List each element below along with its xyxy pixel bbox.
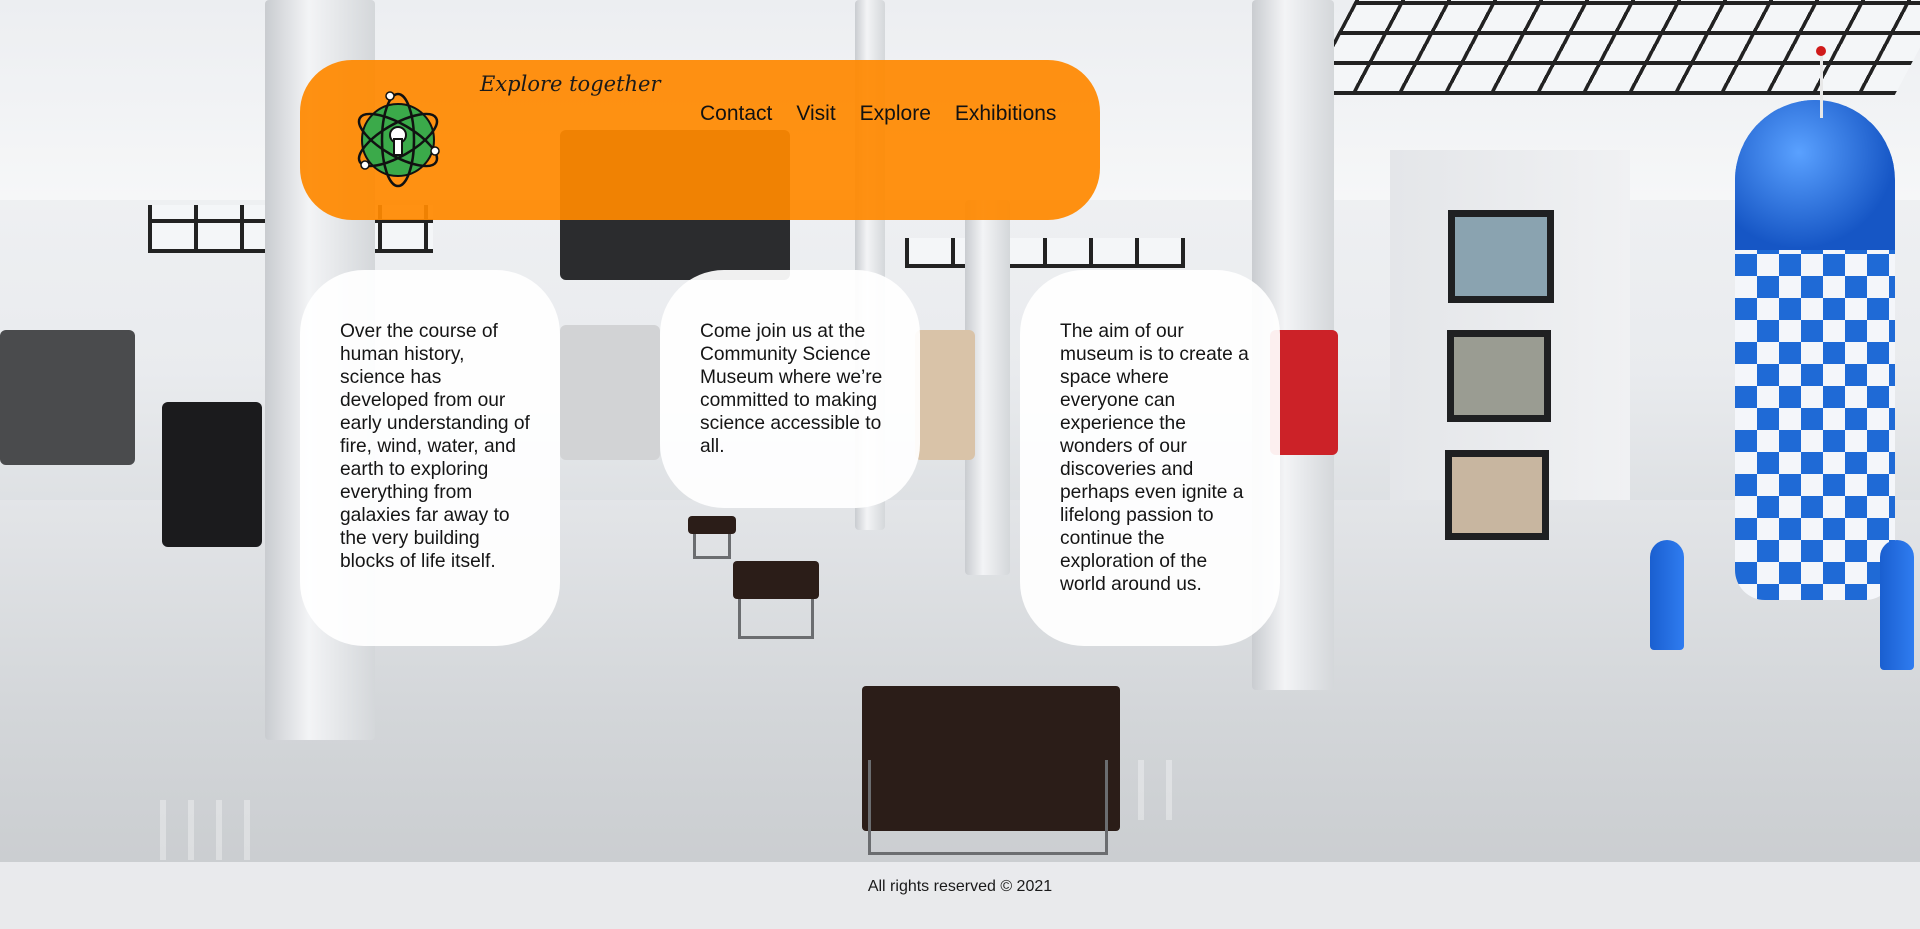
nav-exhibitions[interactable]: Exhibitions [955,102,1057,126]
nav-explore[interactable]: Explore [860,102,931,126]
red-sign [1270,330,1338,455]
bench-legs [738,599,814,639]
rocket-nose [1735,100,1895,250]
main-nav: Contact Visit Explore Exhibitions [700,102,1056,126]
floor-reflection [160,800,270,860]
invite-card: Come join us at the Community Science Mu… [660,270,920,508]
skylight [905,238,1185,268]
atom-logo-icon[interactable] [350,87,450,193]
mission-text: The aim of our museum is to create a spa… [1060,321,1249,595]
cassette-display [162,402,262,547]
bench [688,516,736,534]
wall-frame [1445,450,1549,540]
wall-frame [1447,330,1551,422]
rocket-fin [1650,540,1684,650]
rocket-antenna [1820,48,1823,118]
landscape-image [915,330,975,460]
invite-text: Come join us at the Community Science Mu… [700,321,883,457]
skylight [1304,0,1920,95]
tagline: Explore together [480,72,661,96]
wall-frame [1448,210,1554,303]
robot-image [560,325,660,460]
rocket-fin [1880,540,1914,670]
bench [733,561,819,599]
bench-legs [693,534,731,559]
mission-card: The aim of our museum is to create a spa… [1020,270,1280,646]
history-card: Over the course of human history, scienc… [300,270,560,646]
history-text: Over the course of human history, scienc… [340,321,530,572]
nav-contact[interactable]: Contact [700,102,772,126]
nav-visit[interactable]: Visit [796,102,835,126]
rocket-antenna-tip [1816,46,1826,56]
wall-lettering [0,330,135,465]
floor-reflection [1110,760,1190,820]
copyright-text: All rights reserved © 2021 [867,878,1053,895]
bench-legs [868,760,1108,855]
